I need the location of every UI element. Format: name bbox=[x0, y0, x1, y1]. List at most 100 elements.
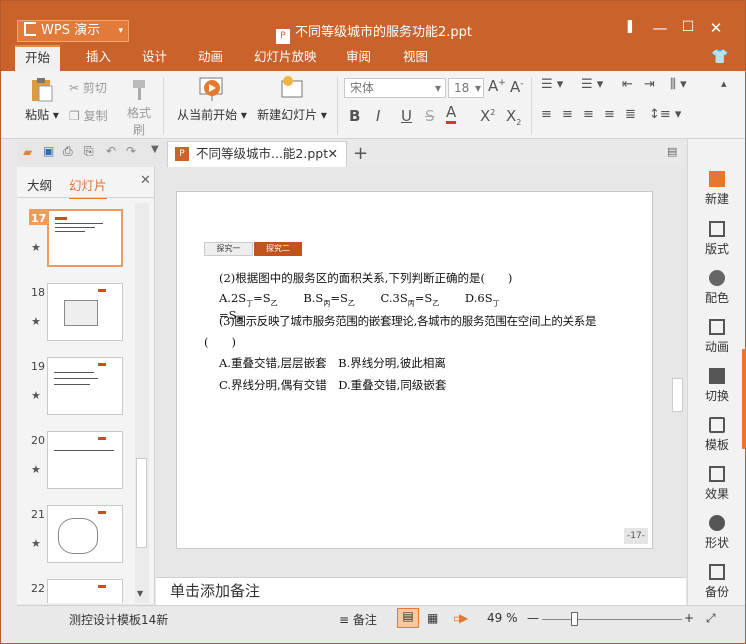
tab-design[interactable]: 设计 bbox=[132, 45, 177, 71]
tab-slideshow[interactable]: 幻灯片放映 bbox=[244, 45, 327, 71]
fit-window-icon[interactable]: ⤢ bbox=[706, 611, 716, 626]
bold-icon[interactable]: B bbox=[349, 107, 360, 125]
align-center-icon[interactable]: ≡ bbox=[562, 107, 573, 122]
slide-thumbnail[interactable] bbox=[47, 283, 123, 341]
paste-button[interactable]: 粘贴 ▾ bbox=[23, 77, 61, 123]
font-size-select[interactable]: 18 ▾ bbox=[448, 78, 484, 98]
save-icon[interactable]: ▣ bbox=[43, 144, 54, 158]
columns-icon[interactable]: ⫼ ▾ bbox=[670, 77, 687, 92]
tab-explore-two[interactable]: 探究二 bbox=[254, 242, 302, 256]
sidebar-color-scheme[interactable]: 配色 bbox=[688, 270, 746, 306]
strikethrough-icon[interactable]: S bbox=[425, 107, 435, 125]
wps-app-menu-button[interactable]: WPS 演示 ▾ bbox=[17, 20, 129, 42]
distribute-icon[interactable]: ≣ bbox=[625, 107, 636, 122]
close-tab-icon[interactable]: ✕ bbox=[328, 142, 338, 166]
slide-number: 17 bbox=[31, 212, 47, 225]
scroll-thumb[interactable] bbox=[136, 458, 147, 548]
copy-button[interactable]: ❐ 复制 bbox=[69, 107, 108, 124]
close-button[interactable]: ✕ bbox=[704, 19, 728, 37]
tab-review[interactable]: 审阅 bbox=[336, 45, 381, 71]
window-title: P 不同等级城市的服务功能2.ppt bbox=[276, 21, 472, 44]
shirt-icon[interactable]: 👕 bbox=[701, 45, 738, 71]
font-color-icon[interactable]: A bbox=[446, 103, 457, 124]
italic-icon[interactable]: I bbox=[376, 107, 380, 125]
maximize-button[interactable]: ☐ bbox=[676, 19, 700, 35]
numbered-list-icon[interactable]: ☰ ▾ bbox=[581, 77, 603, 92]
slide-thumbnail[interactable] bbox=[47, 505, 123, 563]
notes-pane[interactable]: 单击添加备注 bbox=[156, 577, 686, 605]
tshirt-skin-icon[interactable]: ❚ bbox=[618, 19, 642, 34]
zoom-level: 49 % bbox=[487, 611, 518, 625]
sidebar-effect[interactable]: 效果 bbox=[688, 466, 746, 502]
editor-scroll-thumb[interactable] bbox=[672, 378, 683, 412]
sidebar-layout[interactable]: 版式 bbox=[688, 221, 746, 257]
slide-number: 22 bbox=[31, 582, 45, 595]
line-spacing-icon[interactable]: ↕≡ ▾ bbox=[649, 107, 681, 122]
sidebar-backup[interactable]: 备份 bbox=[688, 564, 746, 600]
print-icon[interactable]: ⎙ bbox=[63, 144, 73, 159]
tab-animation[interactable]: 动画 bbox=[188, 45, 233, 71]
cut-button[interactable]: ✂ 剪切 bbox=[69, 79, 107, 96]
chevron-down-icon[interactable]: ▼ bbox=[151, 144, 159, 155]
star-icon: ★ bbox=[31, 537, 41, 550]
zoom-in-icon[interactable]: + bbox=[684, 611, 694, 625]
sidebar-shape[interactable]: 形状 bbox=[688, 515, 746, 551]
zoom-slider-thumb[interactable] bbox=[571, 612, 578, 626]
tab-slides[interactable]: 幻灯片 bbox=[69, 175, 107, 199]
new-tab-icon[interactable]: + bbox=[353, 143, 368, 164]
document-tab[interactable]: P 不同等级城市...能2.ppt ✕ bbox=[167, 141, 347, 167]
redo-icon[interactable]: ↷ bbox=[126, 144, 136, 158]
ribbon-more-icon[interactable]: ▴ bbox=[721, 77, 727, 90]
animation-star-icon bbox=[709, 319, 725, 335]
print-preview-icon[interactable]: ⎘ bbox=[84, 144, 94, 159]
sidebar-transition[interactable]: 切换 bbox=[688, 368, 746, 404]
play-slideshow-icon[interactable]: ▶ bbox=[459, 611, 468, 625]
font-name-select[interactable]: 宋体 ▾ bbox=[344, 78, 446, 98]
question-3-options-ab: A.重叠交错,层层嵌套 B.界线分明,彼此相离 bbox=[219, 356, 446, 370]
align-left-icon[interactable]: ≡ bbox=[541, 107, 552, 122]
grow-font-icon[interactable]: A+ bbox=[488, 77, 506, 95]
undo-icon[interactable]: ↶ bbox=[106, 144, 116, 158]
underline-icon[interactable]: U bbox=[401, 107, 412, 125]
justify-icon[interactable]: ≡ bbox=[604, 107, 615, 122]
app-name: WPS 演示 bbox=[41, 23, 101, 38]
tab-view[interactable]: 视图 bbox=[393, 45, 438, 71]
tab-menu-icon[interactable]: ▤ bbox=[667, 145, 677, 158]
slide-thumbnail[interactable] bbox=[47, 357, 123, 415]
question-3-paren: ( ) bbox=[204, 335, 236, 349]
star-icon: ★ bbox=[31, 389, 41, 402]
sidebar-template[interactable]: 模板 bbox=[688, 417, 746, 453]
sidebar-animation[interactable]: 动画 bbox=[688, 319, 746, 355]
align-right-icon[interactable]: ≡ bbox=[583, 107, 594, 122]
slide-thumbnail[interactable] bbox=[47, 209, 123, 267]
slide-sorter-icon[interactable]: ▦ bbox=[427, 611, 438, 625]
slide-thumbnail[interactable] bbox=[47, 579, 123, 603]
increase-indent-icon[interactable]: ⇥ bbox=[644, 77, 655, 92]
panel-scrollbar[interactable]: ▼ bbox=[135, 203, 149, 603]
new-doc-icon bbox=[709, 171, 725, 187]
zoom-slider[interactable] bbox=[542, 619, 682, 620]
tab-outline[interactable]: 大纲 bbox=[27, 175, 52, 194]
bullet-list-icon[interactable]: ☰ ▾ bbox=[541, 77, 563, 92]
shrink-font-icon[interactable]: A- bbox=[510, 78, 524, 96]
sidebar-new[interactable]: 新建 bbox=[688, 171, 746, 207]
question-2: (2)根据图中的服务区的面积关系,下列判断正确的是( ) bbox=[219, 271, 513, 285]
open-folder-icon[interactable]: ▰ bbox=[23, 145, 32, 159]
scroll-down-icon[interactable]: ▼ bbox=[137, 589, 143, 598]
close-panel-icon[interactable]: ✕ bbox=[140, 173, 151, 188]
superscript-icon[interactable]: X2 bbox=[480, 107, 495, 125]
new-slide-button[interactable]: 新建幻灯片 ▾ bbox=[253, 75, 331, 123]
notes-toggle[interactable]: ≡ 备注 bbox=[339, 611, 377, 628]
format-painter-button[interactable]: 格式刷 bbox=[122, 79, 156, 138]
minimize-button[interactable]: — bbox=[648, 19, 672, 37]
slide-thumbnail[interactable] bbox=[47, 431, 123, 489]
tab-insert[interactable]: 插入 bbox=[76, 45, 121, 71]
play-from-current-button[interactable]: 从当前开始 ▾ bbox=[173, 75, 251, 123]
decrease-indent-icon[interactable]: ⇤ bbox=[622, 77, 633, 92]
subscript-icon[interactable]: X2 bbox=[506, 107, 521, 127]
tab-home[interactable]: 开始 bbox=[15, 45, 61, 71]
wps-logo-icon bbox=[24, 22, 36, 36]
zoom-out-icon[interactable]: — bbox=[527, 611, 539, 625]
tab-explore-one[interactable]: 探究一 bbox=[204, 242, 253, 256]
normal-view-icon[interactable]: ▤ bbox=[397, 608, 419, 628]
